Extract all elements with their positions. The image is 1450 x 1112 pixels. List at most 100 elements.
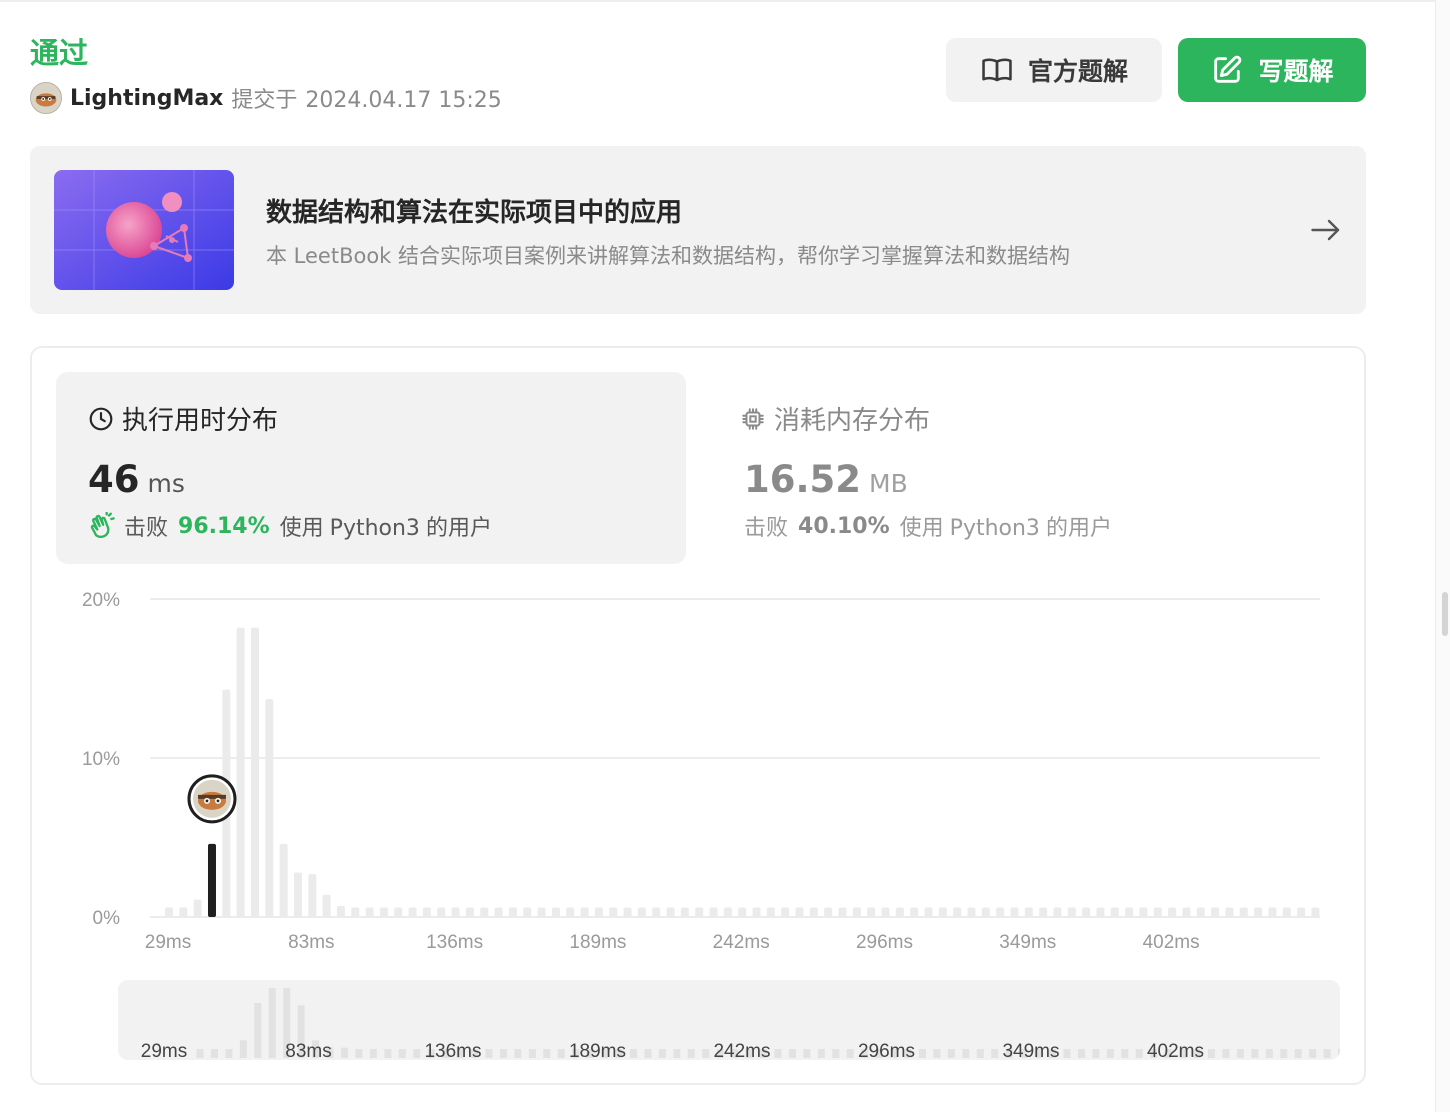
chart-bar[interactable] xyxy=(1139,907,1148,917)
chart-bar[interactable] xyxy=(379,907,388,917)
user-avatar-marker[interactable] xyxy=(187,774,237,824)
chart-bar[interactable] xyxy=(193,899,202,917)
mini-bar xyxy=(369,1049,377,1058)
chart-bar[interactable] xyxy=(1254,907,1263,917)
avatar[interactable] xyxy=(30,82,62,114)
official-solution-label: 官方题解 xyxy=(1027,57,1128,86)
chart-bar[interactable] xyxy=(523,907,532,917)
chart-bar[interactable] xyxy=(365,907,374,917)
chart-bar[interactable] xyxy=(838,907,847,917)
chart-range-slider[interactable]: 29ms 83ms 136ms 189ms 242ms 296ms 349ms 402ms xyxy=(118,980,1340,1060)
mini-bar xyxy=(817,1049,825,1058)
chart-bar[interactable] xyxy=(1125,907,1134,917)
chart-bar[interactable] xyxy=(494,907,503,917)
chart-bar[interactable] xyxy=(1168,907,1177,917)
chart-bar[interactable] xyxy=(308,874,317,917)
chart-bar[interactable] xyxy=(609,907,618,917)
chart-bar[interactable] xyxy=(953,907,962,917)
chart-bar[interactable] xyxy=(938,907,947,917)
chart-bar[interactable] xyxy=(1110,907,1119,917)
chart-bar[interactable] xyxy=(236,627,245,917)
chart-bar[interactable] xyxy=(437,907,446,917)
chart-bar[interactable] xyxy=(451,907,460,917)
chart-bar[interactable] xyxy=(1282,907,1291,917)
scrollbar[interactable] xyxy=(1435,0,1450,1112)
chart-bar[interactable] xyxy=(265,699,274,917)
chart-bar[interactable] xyxy=(981,907,990,917)
chart-bar[interactable] xyxy=(996,907,1005,917)
chart-bar[interactable] xyxy=(551,907,560,917)
chart-bar[interactable] xyxy=(293,872,302,917)
chart-bar[interactable] xyxy=(179,907,188,917)
username[interactable]: LightingMax xyxy=(70,86,223,111)
official-solution-button[interactable]: 官方题解 xyxy=(946,38,1162,102)
memory-heading: 消耗内存分布 xyxy=(740,400,930,437)
scrollbar-thumb[interactable] xyxy=(1442,592,1448,636)
chart-bar[interactable] xyxy=(279,843,288,917)
chart-bar[interactable] xyxy=(351,907,360,917)
chart-bar[interactable] xyxy=(580,907,589,917)
chart-bar[interactable] xyxy=(250,627,259,917)
chart-bar[interactable] xyxy=(594,907,603,917)
chart-bar[interactable] xyxy=(795,907,804,917)
chart-bar[interactable] xyxy=(781,907,790,917)
chart-bar[interactable] xyxy=(1225,907,1234,917)
chart-bar[interactable] xyxy=(1268,907,1277,917)
chart-bar[interactable] xyxy=(408,907,417,917)
chart-bar[interactable] xyxy=(165,907,173,917)
bar-current-submission[interactable] xyxy=(207,843,216,917)
chart-bar[interactable] xyxy=(738,907,747,917)
chart-bar[interactable] xyxy=(1239,907,1248,917)
tab-memory[interactable]: 消耗内存分布 16.52 MB 击败 40.10% 使用 Python3 的用户 xyxy=(716,372,1346,564)
chart-bar[interactable] xyxy=(1196,907,1205,917)
chart-bar[interactable] xyxy=(666,907,675,917)
chart-bar[interactable] xyxy=(967,907,976,917)
chart-bar[interactable] xyxy=(881,907,890,917)
arrow-right-icon[interactable] xyxy=(1308,212,1344,248)
chart-bar[interactable] xyxy=(623,907,632,917)
write-solution-button[interactable]: 写题解 xyxy=(1178,38,1366,102)
chart-bar[interactable] xyxy=(680,907,689,917)
chart-bar[interactable] xyxy=(1010,907,1019,917)
mini-bar xyxy=(788,1049,796,1058)
chart-bar[interactable] xyxy=(752,907,761,917)
chart-bar[interactable] xyxy=(422,907,431,917)
mini-x-tick-label: 349ms xyxy=(1002,1041,1059,1060)
chart-bar[interactable] xyxy=(537,907,546,917)
chart-bar[interactable] xyxy=(1053,907,1062,917)
chart-bar[interactable] xyxy=(910,907,919,917)
chart-bar[interactable] xyxy=(1039,907,1048,917)
chart-bar[interactable] xyxy=(1082,907,1091,917)
leetbook-card[interactable]: 数据结构和算法在实际项目中的应用 本 LeetBook 结合实际项目案例来讲解算… xyxy=(30,146,1366,314)
chart-bar[interactable] xyxy=(924,907,933,917)
chart-bar[interactable] xyxy=(709,907,718,917)
chart-bar[interactable] xyxy=(895,907,904,917)
chart-bar[interactable] xyxy=(637,907,646,917)
chart-bar[interactable] xyxy=(1311,907,1320,917)
chart-bar[interactable] xyxy=(336,905,345,917)
chart-bar[interactable] xyxy=(480,907,489,917)
chart-bar[interactable] xyxy=(465,907,474,917)
chart-bar[interactable] xyxy=(852,907,861,917)
chart-bar[interactable] xyxy=(322,894,331,917)
chart-bar[interactable] xyxy=(508,907,517,917)
chart-bar[interactable] xyxy=(766,907,775,917)
chart-bar[interactable] xyxy=(1067,907,1076,917)
chart-bar[interactable] xyxy=(809,907,818,917)
chart-bar[interactable] xyxy=(1024,907,1033,917)
chart-bar[interactable] xyxy=(1297,907,1306,917)
tab-runtime[interactable]: 执行用时分布 46 ms 击败 96.14% 使用 Python3 的用户 xyxy=(56,372,686,564)
mini-bar xyxy=(630,1049,637,1058)
chart-bar[interactable] xyxy=(1211,907,1220,917)
memory-beat-percent: 40.10% xyxy=(798,513,890,539)
chart-bar[interactable] xyxy=(1182,907,1191,917)
chart-bar[interactable] xyxy=(652,907,661,917)
chart-bar[interactable] xyxy=(566,907,575,917)
chart-bar[interactable] xyxy=(1096,907,1105,917)
chart-bar[interactable] xyxy=(394,907,403,917)
chart-bar[interactable] xyxy=(867,907,876,917)
chart-bar[interactable] xyxy=(723,907,732,917)
chart-bar[interactable] xyxy=(1153,907,1162,917)
chart-bar[interactable] xyxy=(824,907,833,917)
chart-bar[interactable] xyxy=(695,907,704,917)
